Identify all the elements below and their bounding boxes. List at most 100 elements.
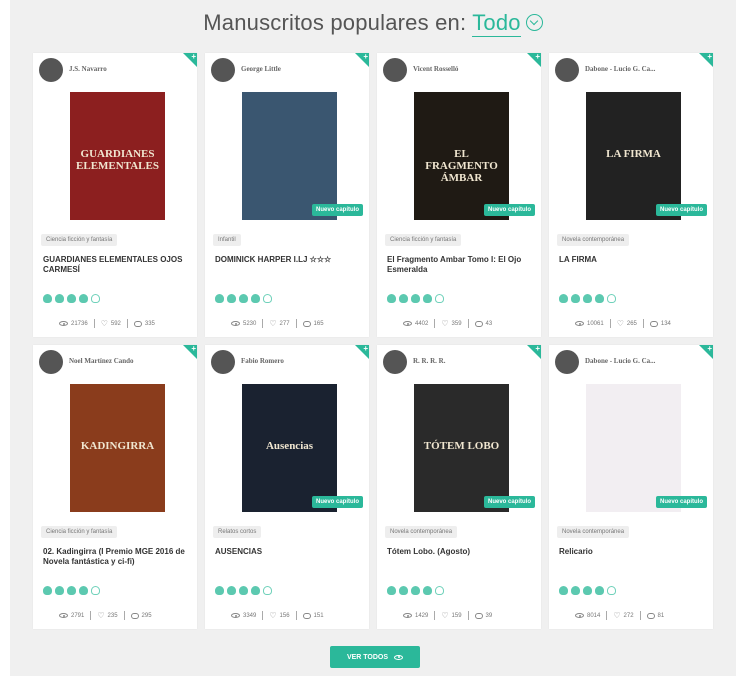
genre-tag[interactable]: Novela contemporánea xyxy=(557,234,630,246)
views-icon xyxy=(575,613,584,618)
book-cover[interactable]: LA FIRMA xyxy=(586,92,681,220)
author-name[interactable]: Vicent Rosselló xyxy=(413,65,533,73)
manuscript-card[interactable]: Noel Martínez Cando KADINGIRRA Ciencia fic… xyxy=(33,344,197,629)
rating-hand-icon xyxy=(79,294,88,303)
book-cover[interactable]: KADINGIRRA xyxy=(70,384,165,512)
stats-row: 8014 ♡ 272 81 xyxy=(569,611,670,620)
likes-count: 235 xyxy=(107,612,118,619)
author-name[interactable]: George Little xyxy=(241,65,361,73)
genre-tag[interactable]: Infantil xyxy=(213,234,241,246)
manuscript-title[interactable]: Tótem Lobo. (Agosto) xyxy=(387,547,537,557)
rating-hand-icon xyxy=(227,586,236,595)
book-cover[interactable]: EL FRAGMENTO ÁMBAR xyxy=(414,92,509,220)
rating-hand-icon xyxy=(55,294,64,303)
author-avatar[interactable] xyxy=(383,350,407,374)
stats-row: 21736 ♡ 592 335 xyxy=(53,319,161,328)
comments-count: 151 xyxy=(313,612,324,619)
comment-icon xyxy=(133,320,142,327)
manuscript-title[interactable]: LA FIRMA xyxy=(559,255,709,265)
eye-icon xyxy=(394,654,404,660)
chevron-down-icon[interactable] xyxy=(525,13,543,31)
author-avatar[interactable] xyxy=(555,350,579,374)
author-avatar[interactable] xyxy=(211,350,235,374)
comments-count: 165 xyxy=(313,320,324,327)
author-avatar[interactable] xyxy=(39,350,63,374)
manuscript-title[interactable]: 02. Kadingirra (I Premio MGE 2016 de Nov… xyxy=(43,547,193,567)
rating-hand-icon xyxy=(43,586,52,595)
manuscript-title[interactable]: Relicario xyxy=(559,547,709,557)
rating-hand-icon xyxy=(399,586,408,595)
manuscript-title[interactable]: El Fragmento Ambar Tomo I: El Ojo Esmera… xyxy=(387,255,537,275)
manuscript-title[interactable]: DOMINICK HARPER I.LJ ☆☆☆ xyxy=(215,255,365,265)
rating-hand-icon xyxy=(67,586,76,595)
views-count: 21736 xyxy=(71,320,88,327)
author-avatar[interactable] xyxy=(39,58,63,82)
category-filter-link[interactable]: Todo xyxy=(472,10,521,37)
book-cover[interactable] xyxy=(242,92,337,220)
manuscript-card[interactable]: George Little Nuevo capítulo Infantil DOMIN… xyxy=(205,52,369,337)
author-name[interactable]: R. R. R. R. xyxy=(413,357,533,365)
manuscript-card[interactable]: J.S. Navarro GUARDIANES ELEMENTALES Cienci… xyxy=(33,52,197,337)
views-count: 3349 xyxy=(243,612,257,619)
rating-hand-icon xyxy=(251,586,260,595)
book-cover[interactable]: Ausencias xyxy=(242,384,337,512)
stats-row: 3349 ♡ 156 151 xyxy=(225,611,330,620)
heart-icon: ♡ xyxy=(613,611,621,620)
rating-hand-icon xyxy=(399,294,408,303)
comment-icon xyxy=(130,612,139,619)
views-icon xyxy=(403,321,412,326)
likes-count: 359 xyxy=(451,320,462,327)
views-icon xyxy=(575,321,584,326)
views-icon xyxy=(403,613,412,618)
author-name[interactable]: J.S. Navarro xyxy=(69,65,189,73)
author-name[interactable]: Dabone - Lucio G. Ca... xyxy=(585,65,705,73)
book-cover[interactable]: GUARDIANES ELEMENTALES xyxy=(70,92,165,220)
author-name[interactable]: Dabone - Lucio G. Ca... xyxy=(585,357,705,365)
rating-hand-icon xyxy=(387,294,396,303)
rating-hand-icon xyxy=(435,586,444,595)
manuscript-card[interactable]: Dabone - Lucio G. Ca... LA FIRMA Nuevo cap… xyxy=(549,52,713,337)
stats-row: 10061 ♡ 265 134 xyxy=(569,319,677,328)
rating xyxy=(387,294,444,303)
genre-tag[interactable]: Novela contemporánea xyxy=(557,526,630,538)
manuscript-card[interactable]: Vicent Rosselló EL FRAGMENTO ÁMBAR Nuevo c… xyxy=(377,52,541,337)
manuscript-title[interactable]: AUSENCIAS xyxy=(215,547,365,557)
views-count: 8014 xyxy=(587,612,601,619)
heart-icon: ♡ xyxy=(269,611,277,620)
manuscript-card[interactable]: Fabio Romero Ausencias Nuevo capítulo Relat… xyxy=(205,344,369,629)
author-name[interactable]: Fabio Romero xyxy=(241,357,361,365)
comments-count: 39 xyxy=(485,612,493,619)
genre-tag[interactable]: Relatos cortos xyxy=(213,526,262,538)
rating-hand-icon xyxy=(67,294,76,303)
manuscript-title[interactable]: GUARDIANES ELEMENTALES OJOS CARMESÍ xyxy=(43,255,193,275)
views-icon xyxy=(231,613,240,618)
views-count: 2791 xyxy=(71,612,85,619)
manuscript-card[interactable]: R. R. R. R. TÓTEM LOBO Nuevo capítulo Novel… xyxy=(377,344,541,629)
genre-tag[interactable]: Novela contemporánea xyxy=(385,526,458,538)
views-count: 1429 xyxy=(415,612,429,619)
author-name[interactable]: Noel Martínez Cando xyxy=(69,357,189,365)
likes-count: 156 xyxy=(279,612,290,619)
genre-tag[interactable]: Ciencia ficción y fantasía xyxy=(41,234,118,246)
author-avatar[interactable] xyxy=(211,58,235,82)
likes-count: 592 xyxy=(110,320,121,327)
genre-tag[interactable]: Ciencia ficción y fantasía xyxy=(41,526,118,538)
rating-hand-icon xyxy=(423,586,432,595)
book-cover[interactable]: TÓTEM LOBO xyxy=(414,384,509,512)
genre-tag[interactable]: Ciencia ficción y fantasía xyxy=(385,234,462,246)
likes-count: 272 xyxy=(623,612,634,619)
new-chapter-badge: Nuevo capítulo xyxy=(484,204,536,216)
rating-hand-icon xyxy=(43,294,52,303)
see-all-button[interactable]: VER TODOS xyxy=(330,646,420,668)
rating-hand-icon xyxy=(239,586,248,595)
manuscript-card[interactable]: Dabone - Lucio G. Ca... Nuevo capítulo Nov… xyxy=(549,344,713,629)
rating-hand-icon xyxy=(91,586,100,595)
cover-title: LA FIRMA xyxy=(606,148,661,160)
book-cover[interactable] xyxy=(586,384,681,512)
rating-hand-icon xyxy=(79,586,88,595)
author-avatar[interactable] xyxy=(555,58,579,82)
heart-icon: ♡ xyxy=(616,319,624,328)
author-avatar[interactable] xyxy=(383,58,407,82)
rating xyxy=(215,294,272,303)
rating-hand-icon xyxy=(215,294,224,303)
